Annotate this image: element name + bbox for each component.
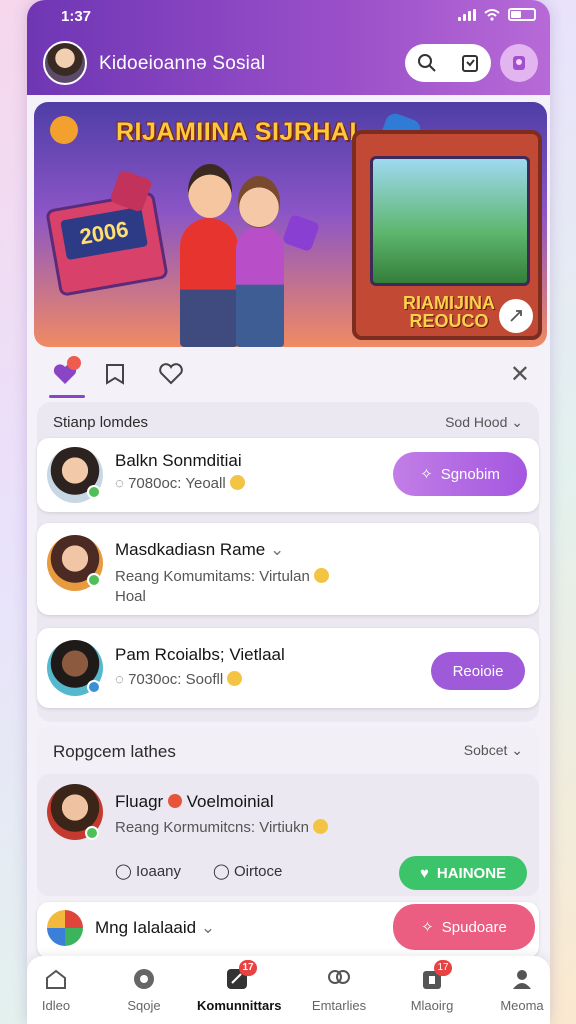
wifi-icon: [484, 8, 500, 21]
comment-action[interactable]: ◯ Ioaany: [115, 862, 181, 880]
banner-title: RIJAMIINA SIJRHAL: [116, 118, 366, 146]
online-status-icon: [87, 573, 101, 587]
sort-dropdown[interactable]: Sod Hood ⌄: [445, 414, 523, 431]
card-subtitle: ◌ 7030oc: Soofll: [115, 670, 243, 690]
section-title: Ropgcem lathes: [53, 742, 176, 761]
device-screen: 2006: [60, 206, 148, 261]
sparkle-icon: ✧: [421, 919, 434, 936]
close-icon[interactable]: ✕: [510, 360, 530, 389]
card-name: Fluagr Voelmoinial: [115, 792, 274, 811]
like-button[interactable]: ♥ HAINONE: [399, 856, 527, 890]
card-name: Balkn Sonmditiai: [115, 451, 242, 470]
card-subtitle: ◌ 7080oc: Yeoall: [115, 474, 245, 494]
chevron-down-icon: ⌄: [511, 742, 523, 758]
tab-likes[interactable]: [155, 358, 187, 390]
expand-button[interactable]: [499, 299, 533, 333]
sort-dropdown[interactable]: Sobcet ⌄: [464, 742, 523, 759]
tab-favorites[interactable]: [49, 356, 81, 390]
signal-icon: [458, 8, 476, 21]
join-button[interactable]: ✧ Spudoare: [393, 904, 535, 950]
online-status-icon: [87, 680, 101, 694]
sort-label: Sod Hood: [445, 414, 508, 430]
profile-icon: [513, 56, 525, 70]
share-action[interactable]: ◯ Oirtoce: [213, 862, 282, 880]
dice-icon: [281, 213, 321, 253]
profile-avatar[interactable]: [43, 41, 87, 85]
sort-label: Sobcet: [463, 742, 508, 758]
explore-icon: [130, 966, 158, 992]
notification-badge: 17: [239, 960, 257, 976]
emoji-icon: [229, 475, 245, 490]
heart-icon: ♥: [419, 864, 429, 882]
nav-home[interactable]: Idleo: [27, 966, 96, 1013]
community-card[interactable]: Masdkadiasn Rame ⌄ Reang Komumitams: Vir…: [37, 523, 539, 615]
message-icon: 17: [418, 960, 452, 992]
online-status-icon: [87, 485, 101, 499]
bookmark-icon: [106, 364, 124, 385]
header-actions: [405, 44, 491, 82]
active-tab-indicator: [49, 395, 85, 398]
group-icon: [325, 966, 353, 992]
notification-badge: 17: [434, 960, 452, 976]
bookmark-list-icon[interactable]: [460, 53, 480, 73]
notification-dot: [67, 356, 81, 370]
profile-menu-button[interactable]: [500, 44, 538, 82]
fire-icon: [167, 794, 182, 808]
promo-banner[interactable]: RIJAMIINA SIJRHAL 2006 RIAMIJINA REOUCO: [34, 102, 547, 347]
character-head: [238, 176, 280, 228]
heart-icon: [159, 363, 183, 385]
card-name: Pam Rcoialbs; Vietlaal: [115, 645, 285, 664]
app-screen: 1:37 Kidoeioannə Sosial RIJAMIINA SIJRHA…: [27, 0, 550, 1024]
search-icon[interactable]: [417, 53, 437, 73]
card-subtitle: Reang Kormumitcns: Virtiukn: [115, 818, 328, 838]
character-head: [188, 164, 232, 218]
top-bar: 1:37 Kidoeioannə Sosial: [27, 0, 550, 95]
community-card[interactable]: Pam Rcoialbs; Vietlaal ◌ 7030oc: Soofll …: [37, 628, 539, 708]
status-time: 1:37: [61, 8, 92, 25]
battery-icon: [508, 8, 536, 21]
chevron-down-icon: ⌄: [511, 414, 523, 430]
avatar: [47, 910, 83, 946]
status-icons: [458, 8, 536, 21]
emoji-icon: [227, 671, 243, 686]
online-status-icon: [85, 826, 99, 840]
game-device: 2006: [45, 191, 169, 297]
card-subtitle: Reang Komumitams: Virtulan Hoal: [115, 567, 329, 607]
arcade-screen: [370, 156, 530, 286]
chat-icon: ◌: [115, 671, 129, 688]
card-name: Mng Ialalaaid ⌄: [95, 918, 216, 937]
bottom-navigation: Idleo Sqoje 17 Komunnittars Emtarlies 17: [27, 956, 550, 1024]
card-name: Masdkadiasn Rame ⌄: [115, 540, 285, 559]
chat-icon: ◌: [115, 475, 129, 492]
chevron-down-icon[interactable]: ⌄: [201, 918, 215, 937]
nav-communities[interactable]: 17 Komunnittars: [197, 960, 282, 1013]
coin-icon: [46, 112, 82, 148]
nav-explore[interactable]: Sqoje: [104, 966, 184, 1013]
nav-profile[interactable]: Meoma: [482, 966, 550, 1013]
chevron-down-icon[interactable]: ⌄: [270, 540, 284, 559]
emoji-icon: [313, 568, 329, 583]
join-button[interactable]: ✧ Sgnobim: [393, 452, 527, 496]
character-body: [180, 218, 238, 347]
comment-icon: ◯: [213, 863, 234, 880]
community-icon: 17: [223, 960, 257, 992]
sparkle-icon: ✧: [420, 466, 433, 483]
filter-tabs: ✕: [27, 352, 550, 398]
community-card[interactable]: Balkn Sonmditiai ◌ 7080oc: Yeoall ✧ Sgno…: [37, 438, 539, 512]
community-card[interactable]: Mng Ialalaaid ⌄ ✧ Spudoare: [37, 902, 539, 958]
section-title: Stianp lomdes: [53, 414, 149, 431]
comment-icon: ◯: [115, 863, 136, 880]
home-icon: [42, 966, 70, 992]
community-card[interactable]: Fluagr Voelmoinial Reang Kormumitcns: Vi…: [37, 774, 539, 896]
app-title: Kidoeioannə Sosial: [99, 53, 266, 74]
nav-entities[interactable]: Emtarlies: [299, 966, 379, 1013]
user-icon: [508, 966, 536, 992]
join-button[interactable]: Reoioie: [431, 652, 525, 690]
expand-icon: [510, 310, 522, 322]
emoji-icon: [312, 819, 328, 834]
nav-messages[interactable]: 17 Mlaoirg: [392, 960, 472, 1013]
tab-saved[interactable]: [99, 358, 131, 390]
character-body: [236, 226, 284, 347]
